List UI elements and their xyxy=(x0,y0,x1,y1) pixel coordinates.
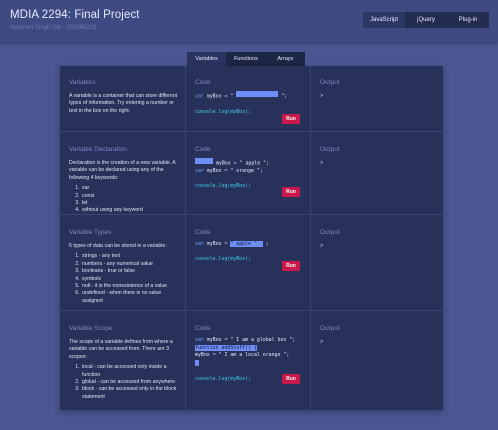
list-item: undefined - when there is no value assig… xyxy=(81,290,181,305)
value-input[interactable] xyxy=(236,91,279,97)
section-description: A variable is a container that can store… xyxy=(69,93,178,114)
run-button[interactable]: Run xyxy=(282,114,300,124)
output-heading: Output xyxy=(320,229,340,236)
code-heading: Code xyxy=(195,146,211,153)
run-button[interactable]: Run xyxy=(282,187,300,197)
output-prompt: > xyxy=(320,339,324,345)
output-heading: Output xyxy=(320,79,340,86)
nav-plugin[interactable]: Plug-in xyxy=(447,12,489,28)
section-title: Variables xyxy=(69,79,96,86)
keyword-input[interactable] xyxy=(195,158,213,164)
section-title: Variable Scope xyxy=(69,325,113,332)
output-heading: Output xyxy=(320,325,340,332)
code-block: myBox = " apple "; var myBox = " orange … xyxy=(195,158,269,191)
code-heading: Code xyxy=(195,79,211,86)
section-tabs: Variables Functions Arrays xyxy=(187,52,305,66)
section-scope: Variable Scope The scope of a variable d… xyxy=(60,312,443,410)
keyword-list: var const let wihtout using any keyword xyxy=(69,185,181,215)
section-description: 6 types of data can be stored in a varia… xyxy=(69,243,181,305)
run-button[interactable]: Run xyxy=(282,261,300,271)
code-block: var myBox = " I am a global box "; funct… xyxy=(195,337,296,382)
section-title: Variable Declaration xyxy=(69,146,128,153)
code-heading: Code xyxy=(195,229,211,236)
list-item: strings - any text xyxy=(81,253,181,260)
closing-brace-input[interactable] xyxy=(195,359,199,366)
app-header: MDIA 2294: Final Project Harpreet Singh … xyxy=(0,0,498,42)
list-item: local - can be accessed only inside a fu… xyxy=(81,364,181,379)
scope-list: local - can be accessed only inside a fu… xyxy=(69,364,181,401)
section-description: The scope of a variable defines from whe… xyxy=(69,339,181,401)
list-item: var xyxy=(81,185,181,192)
section-variables: Variables A variable is a container that… xyxy=(60,66,443,132)
output-prompt: > xyxy=(320,160,324,166)
list-item: symbols xyxy=(81,276,181,283)
run-button[interactable]: Run xyxy=(282,374,300,384)
code-block: var myBox = " "; console.log(myBox); xyxy=(195,91,287,116)
list-item: wihtout using any keyword xyxy=(81,207,181,214)
top-navigation: JavaScript jQuery Plug-in xyxy=(363,12,489,28)
list-item: null - it is the nonexistence of a value xyxy=(81,283,181,290)
section-description: Declaration is the creation of a new var… xyxy=(69,160,181,215)
page-title: MDIA 2294: Final Project xyxy=(10,9,140,21)
nav-javascript[interactable]: JavaScript xyxy=(363,12,405,28)
section-declaration: Variable Declaration Declaration is the … xyxy=(60,133,443,215)
output-prompt: > xyxy=(320,93,324,99)
type-list: strings - any text numbers - any numeric… xyxy=(69,253,181,305)
tab-variables[interactable]: Variables xyxy=(187,52,227,66)
list-item: booleans - true or false xyxy=(81,268,181,275)
output-prompt: > xyxy=(320,243,324,249)
section-title: Variable Types xyxy=(69,229,112,236)
list-item: let xyxy=(81,200,181,207)
output-heading: Output xyxy=(320,146,340,153)
list-item: global - can be accessed from anywhere xyxy=(81,379,181,386)
value-input[interactable]: " apple " xyxy=(230,241,263,247)
tab-functions[interactable]: Functions xyxy=(226,52,265,66)
list-item: numbers - any numerical value xyxy=(81,261,181,268)
section-types: Variable Types 6 types of data can be st… xyxy=(60,216,443,311)
function-declaration[interactable]: function addStuff() { xyxy=(195,344,257,351)
page-subtitle: Harpreet Singh Gill - A01068219 xyxy=(10,25,97,31)
code-heading: Code xyxy=(195,325,211,332)
nav-jquery[interactable]: jQuery xyxy=(405,12,447,28)
code-block: var myBox = " apple " ; console.log(myBo… xyxy=(195,241,269,263)
tab-arrays[interactable]: Arrays xyxy=(266,52,305,66)
list-item: block - can be accessed only in the bloc… xyxy=(81,386,181,401)
list-item: const xyxy=(81,193,181,200)
content-panel: Variables A variable is a container that… xyxy=(60,66,443,410)
